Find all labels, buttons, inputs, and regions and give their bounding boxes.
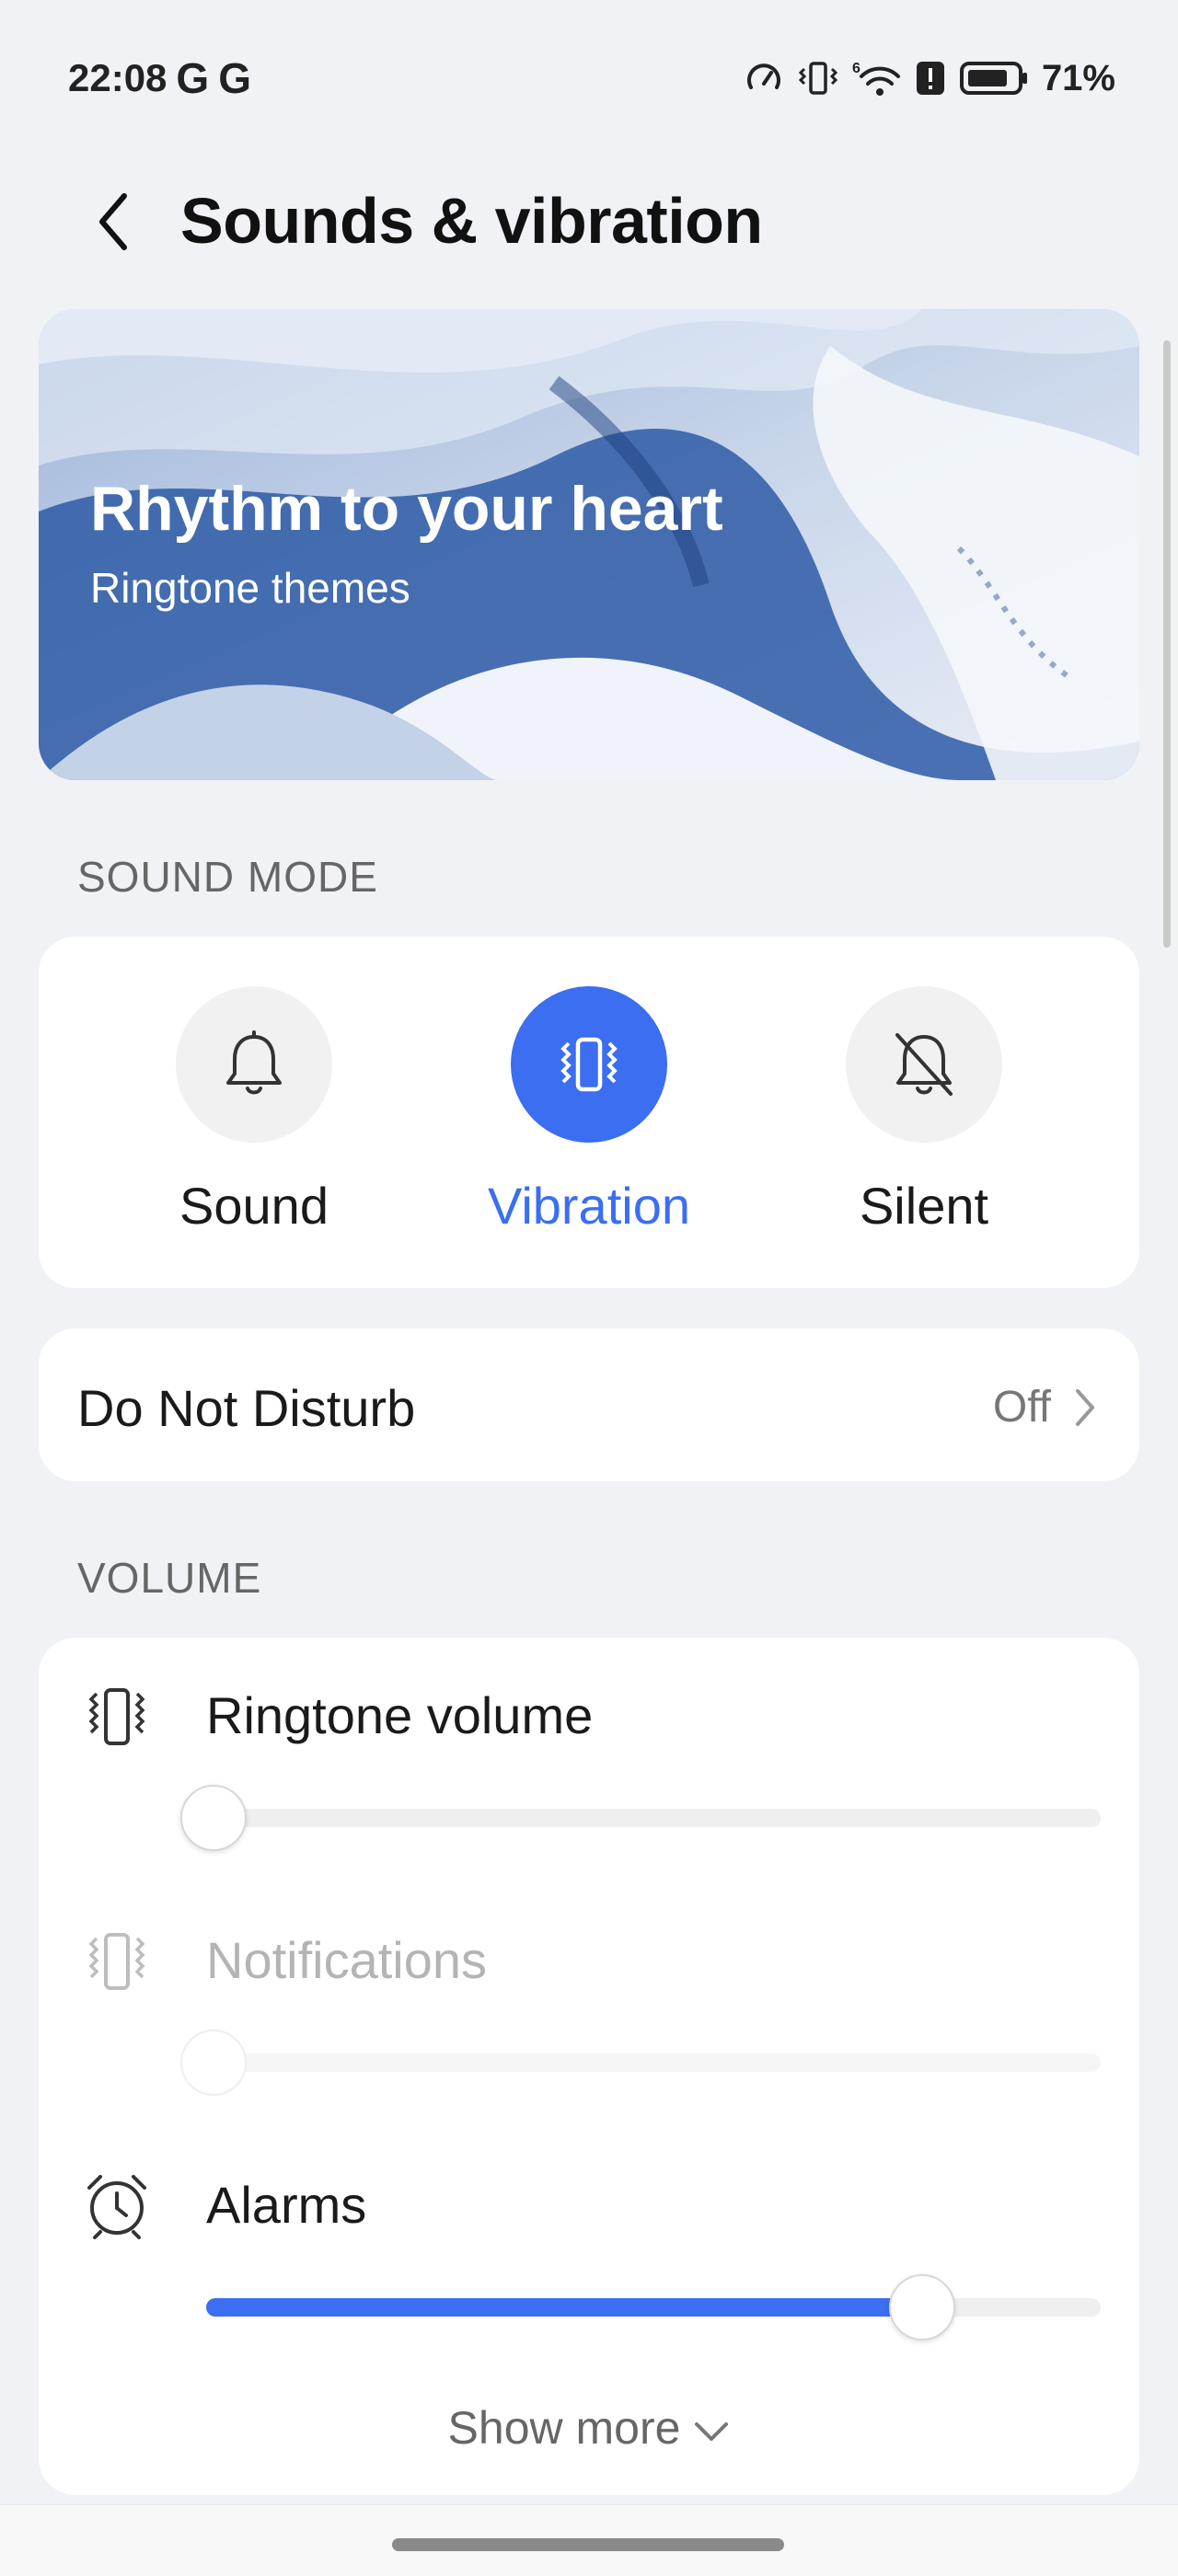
back-button[interactable]	[81, 190, 145, 254]
status-bar-left: 22:08 G G	[68, 53, 251, 103]
header: Sounds & vibration	[0, 166, 1178, 276]
chevron-left-icon	[99, 193, 127, 250]
battery-icon	[959, 62, 1027, 95]
vibrate-icon	[75, 1925, 158, 1998]
mode-sound[interactable]: Sound	[116, 986, 392, 1236]
notifications-volume-label: Notifications	[206, 1931, 488, 1989]
home-indicator[interactable]	[392, 2538, 784, 2551]
ringtone-volume-thumb[interactable]	[180, 1785, 247, 1851]
do-not-disturb-label: Do Not Disturb	[77, 1379, 416, 1437]
chevron-down-icon	[695, 2421, 729, 2441]
navigation-bar	[0, 2504, 1178, 2576]
mode-vibration-circle[interactable]	[511, 986, 667, 1143]
banner-title: Rhythm to your heart	[90, 474, 723, 544]
alarms-volume-fill	[206, 2298, 922, 2317]
alarm-clock-icon	[75, 2168, 158, 2241]
volume-card: Ringtone volume Notifications Alarms Sho…	[39, 1638, 1139, 2495]
volume-section-label: VOLUME	[77, 1554, 262, 1602]
mode-silent[interactable]: Silent	[786, 986, 1062, 1236]
show-more-label: Show more	[447, 2402, 681, 2454]
vibrate-icon	[75, 1680, 158, 1754]
alert-icon	[916, 62, 944, 95]
vibrate-icon	[798, 62, 838, 95]
mode-sound-circle[interactable]	[176, 986, 332, 1143]
google-g-icon: G	[176, 54, 210, 102]
battery-percent: 71%	[1041, 57, 1115, 98]
ringtone-volume-slider[interactable]	[180, 1785, 1101, 1851]
alarms-volume-label: Alarms	[206, 2176, 367, 2234]
bell-icon	[226, 1030, 282, 1095]
notifications-volume-slider	[180, 2030, 1101, 2096]
vibrate-icon	[560, 1037, 618, 1092]
mode-silent-label: Silent	[859, 1177, 989, 1235]
alarms-volume-slider[interactable]	[206, 2274, 1101, 2340]
page-title: Sounds & vibration	[180, 185, 763, 257]
sound-mode-card: Sound Vibration Silent	[39, 937, 1139, 1288]
status-bar-right: 6 71%	[744, 58, 1115, 99]
status-bar: 22:08 G G 6 71%	[0, 0, 1178, 156]
mode-vibration[interactable]: Vibration	[451, 986, 727, 1236]
ringtone-volume-label: Ringtone volume	[206, 1686, 594, 1744]
speed-icon	[747, 63, 780, 89]
mode-silent-circle[interactable]	[846, 986, 1002, 1143]
google-g-icon: G	[218, 54, 251, 102]
status-time: 22:08	[68, 56, 167, 99]
sound-mode-section-label: SOUND MODE	[77, 853, 378, 901]
do-not-disturb-row[interactable]: Do Not Disturb Off	[39, 1328, 1139, 1481]
svg-text:6: 6	[852, 61, 860, 76]
show-more-button[interactable]: Show more	[39, 2401, 1139, 2455]
chevron-right-icon	[1076, 1389, 1094, 1426]
banner-image	[39, 309, 1139, 780]
mode-vibration-label: Vibration	[487, 1177, 690, 1235]
banner-subtitle: Ringtone themes	[90, 564, 410, 612]
alarms-volume-thumb[interactable]	[889, 2274, 955, 2340]
wifi-6-icon: 6	[852, 61, 900, 96]
bell-off-icon	[895, 1033, 953, 1096]
ringtone-themes-banner[interactable]: Rhythm to your heart Ringtone themes	[39, 309, 1139, 780]
do-not-disturb-value: Off	[992, 1383, 1051, 1432]
notifications-volume-thumb	[180, 2030, 247, 2096]
mode-sound-label: Sound	[179, 1177, 329, 1235]
scrollbar[interactable]	[1163, 340, 1171, 948]
